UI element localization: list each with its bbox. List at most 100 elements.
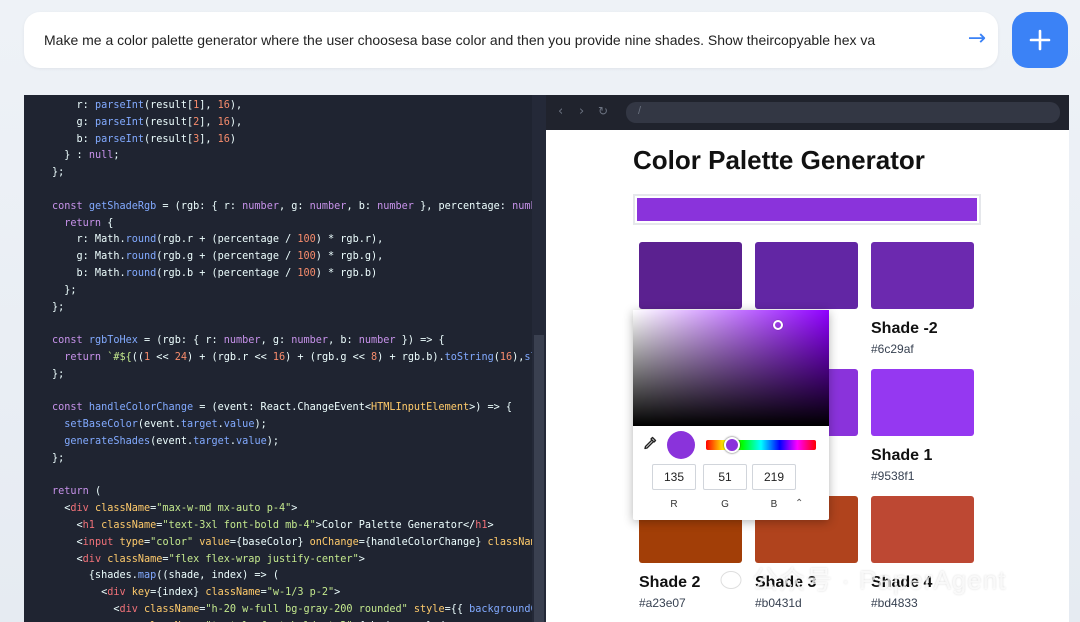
code-token: g: Math. bbox=[52, 251, 126, 263]
prompt-input[interactable]: Make me a color palette generator where … bbox=[44, 32, 944, 48]
code-line: }; bbox=[52, 300, 543, 317]
code-token: div bbox=[70, 503, 95, 515]
code-line: }; bbox=[52, 283, 543, 300]
shade-swatch[interactable] bbox=[871, 242, 974, 309]
chevron-right-icon[interactable]: › bbox=[579, 104, 584, 119]
code-token: , g: bbox=[278, 200, 310, 212]
code-token: ) + (rgb.g << bbox=[285, 351, 372, 363]
code-content[interactable]: r: parseInt(result[1], 16), g: parseInt(… bbox=[52, 98, 543, 622]
shade-name: Shade 1 bbox=[871, 447, 933, 464]
code-editor[interactable]: r: parseInt(result[1], 16), g: parseInt(… bbox=[24, 95, 546, 622]
blue-label: B bbox=[770, 499, 778, 510]
code-token: style bbox=[413, 603, 445, 615]
code-token: handleColorChange bbox=[88, 402, 194, 414]
code-token: ={handleColorChange} bbox=[358, 536, 488, 548]
code-token: ), bbox=[229, 116, 243, 128]
hue-slider[interactable] bbox=[706, 440, 816, 450]
code-line: const handleColorChange = (event: React.… bbox=[52, 400, 543, 417]
code-token: map bbox=[137, 570, 157, 582]
saturation-handle[interactable] bbox=[773, 320, 783, 330]
code-token: onChange bbox=[309, 536, 359, 548]
base-color-input[interactable] bbox=[633, 194, 981, 225]
code-token: < bbox=[52, 553, 83, 565]
code-token: = (event: React.ChangeEvent< bbox=[193, 402, 371, 414]
add-button[interactable] bbox=[1012, 12, 1068, 68]
code-line: }; bbox=[52, 451, 543, 468]
shade-hex[interactable]: #a23e07 bbox=[639, 596, 686, 610]
code-token: return bbox=[52, 486, 95, 498]
url-field[interactable]: / bbox=[626, 102, 1060, 123]
green-label: G bbox=[721, 499, 729, 510]
code-token: b: Math. bbox=[52, 267, 126, 279]
watermark: 公众号 · PaperAgent bbox=[752, 565, 1007, 595]
code-token: null bbox=[88, 150, 114, 162]
shade-swatch[interactable] bbox=[871, 496, 974, 563]
code-token: }, percentage: bbox=[413, 200, 513, 212]
code-line: <input type="color" value={baseColor} on… bbox=[52, 535, 543, 552]
code-token: target bbox=[193, 435, 230, 447]
shade-hex[interactable]: #bd4833 bbox=[871, 596, 918, 610]
code-token: g: bbox=[52, 116, 95, 128]
shade-hex[interactable]: #9538f1 bbox=[871, 469, 914, 483]
code-token: ); bbox=[254, 419, 267, 431]
code-token: 24 bbox=[174, 351, 187, 363]
shade-name: Shade 2 bbox=[639, 574, 701, 591]
green-field[interactable]: 51 bbox=[703, 464, 747, 490]
code-line: } : null; bbox=[52, 148, 543, 165]
code-token: parseInt bbox=[94, 133, 145, 145]
shade-hex[interactable]: #6c29af bbox=[871, 342, 914, 356]
code-token: return bbox=[52, 351, 108, 363]
color-picker-popup[interactable]: 135 51 219 R G B ⌃ bbox=[633, 310, 829, 520]
code-token: (event. bbox=[137, 419, 181, 431]
code-line: r: Math.round(rgb.r + (percentage / 100)… bbox=[52, 232, 543, 249]
code-token: rgbToHex bbox=[88, 335, 138, 347]
code-token: ; bbox=[113, 150, 120, 162]
code-token: , b: bbox=[328, 335, 359, 347]
code-line: }; bbox=[52, 367, 543, 384]
shade-hex[interactable]: #b0431d bbox=[755, 596, 802, 610]
chevron-left-icon[interactable]: ‹ bbox=[558, 104, 563, 119]
editor-scrollbar-thumb[interactable] bbox=[534, 335, 544, 622]
code-token: } : bbox=[52, 150, 89, 162]
code-token: round bbox=[125, 267, 157, 279]
prompt-bar[interactable]: Make me a color palette generator where … bbox=[24, 12, 998, 68]
base-color-fill bbox=[637, 198, 977, 221]
code-token: ={index} bbox=[150, 587, 206, 599]
code-token: , b: bbox=[346, 200, 378, 212]
color-preview bbox=[667, 431, 695, 459]
code-token: (( bbox=[131, 351, 145, 363]
saturation-area[interactable] bbox=[633, 310, 829, 426]
code-token: className bbox=[101, 519, 157, 531]
blue-field[interactable]: 219 bbox=[752, 464, 796, 490]
red-label: R bbox=[670, 499, 678, 510]
code-token: toString bbox=[444, 351, 494, 363]
eyedropper-icon[interactable] bbox=[643, 436, 657, 450]
code-token: ) * rgb.b) bbox=[315, 267, 378, 279]
code-token: round bbox=[125, 234, 157, 246]
code-token: ), bbox=[512, 351, 525, 363]
code-token: (event. bbox=[150, 435, 194, 447]
code-token: ) bbox=[229, 133, 237, 145]
shade-swatch[interactable] bbox=[871, 369, 974, 436]
arrow-right-icon[interactable]: → bbox=[968, 26, 986, 51]
code-token: div bbox=[107, 587, 132, 599]
mode-toggle-icon[interactable]: ⌃ bbox=[795, 498, 803, 509]
shade-swatch[interactable] bbox=[639, 242, 742, 309]
page-title: Color Palette Generator bbox=[633, 145, 925, 175]
red-field[interactable]: 135 bbox=[652, 464, 696, 490]
workspace: r: parseInt(result[1], 16), g: parseInt(… bbox=[24, 95, 1069, 622]
code-token: >) => { bbox=[469, 402, 513, 414]
shade-swatch[interactable] bbox=[755, 242, 858, 309]
code-token: 100 bbox=[297, 251, 316, 263]
code-token: }; bbox=[52, 284, 77, 296]
code-token: }; bbox=[52, 301, 65, 313]
code-token: ={{ bbox=[444, 603, 470, 615]
code-line: <div className="h-20 w-full bg-gray-200 … bbox=[52, 602, 543, 619]
reload-icon[interactable]: ↻ bbox=[598, 104, 608, 118]
code-token: div bbox=[119, 603, 145, 615]
hue-handle[interactable] bbox=[724, 437, 741, 453]
code-token: key bbox=[131, 587, 151, 599]
